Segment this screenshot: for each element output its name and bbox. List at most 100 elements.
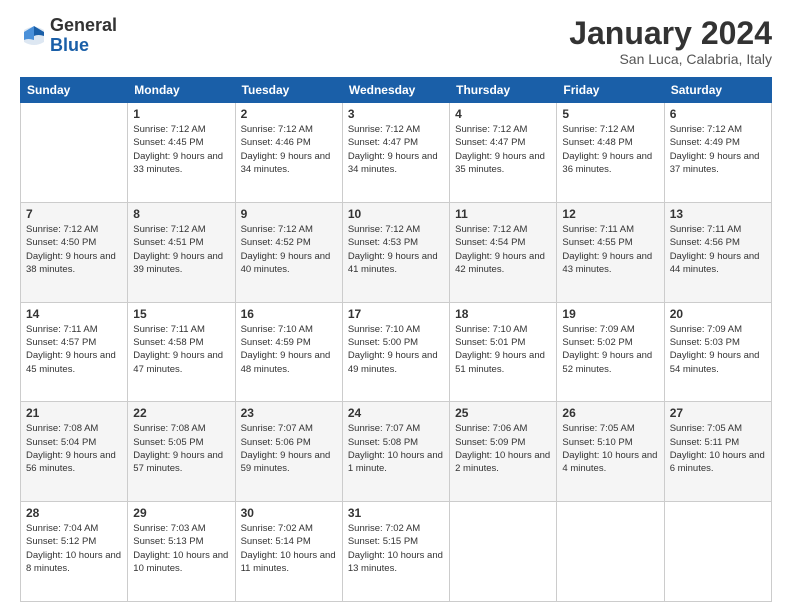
day-info: Sunrise: 7:11 AM Sunset: 4:57 PM Dayligh… xyxy=(26,323,122,376)
logo-blue: Blue xyxy=(50,36,117,56)
day-number: 22 xyxy=(133,406,229,420)
logo-general: General xyxy=(50,16,117,36)
col-saturday: Saturday xyxy=(664,78,771,103)
day-info: Sunrise: 7:11 AM Sunset: 4:55 PM Dayligh… xyxy=(562,223,658,276)
day-number: 19 xyxy=(562,307,658,321)
day-number: 18 xyxy=(455,307,551,321)
day-info: Sunrise: 7:07 AM Sunset: 5:08 PM Dayligh… xyxy=(348,422,444,475)
day-info: Sunrise: 7:07 AM Sunset: 5:06 PM Dayligh… xyxy=(241,422,337,475)
day-cell: 1Sunrise: 7:12 AM Sunset: 4:45 PM Daylig… xyxy=(128,103,235,203)
day-number: 11 xyxy=(455,207,551,221)
header-row: Sunday Monday Tuesday Wednesday Thursday… xyxy=(21,78,772,103)
day-number: 28 xyxy=(26,506,122,520)
day-cell: 11Sunrise: 7:12 AM Sunset: 4:54 PM Dayli… xyxy=(450,202,557,302)
day-number: 30 xyxy=(241,506,337,520)
day-info: Sunrise: 7:12 AM Sunset: 4:49 PM Dayligh… xyxy=(670,123,766,176)
day-cell: 12Sunrise: 7:11 AM Sunset: 4:55 PM Dayli… xyxy=(557,202,664,302)
day-cell: 17 Sunrise: 7:10 AM Sunset: 5:00 PM Dayli… xyxy=(342,302,449,402)
day-info: Sunrise: 7:02 AM Sunset: 5:14 PM Dayligh… xyxy=(241,522,337,575)
day-info: Sunrise: 7:11 AM Sunset: 4:56 PM Dayligh… xyxy=(670,223,766,276)
day-cell xyxy=(450,502,557,602)
day-cell: 6 Sunrise: 7:12 AM Sunset: 4:49 PM Daylig… xyxy=(664,103,771,203)
day-cell: 19 Sunrise: 7:09 AM Sunset: 5:02 PM Dayli… xyxy=(557,302,664,402)
week-row-4: 21 Sunrise: 7:08 AM Sunset: 5:04 PM Dayli… xyxy=(21,402,772,502)
day-number: 5 xyxy=(562,107,658,121)
day-info: Sunrise: 7:03 AM Sunset: 5:13 PM Dayligh… xyxy=(133,522,229,575)
day-cell: 8Sunrise: 7:12 AM Sunset: 4:51 PM Daylig… xyxy=(128,202,235,302)
day-number: 17 xyxy=(348,307,444,321)
day-info: Sunrise: 7:11 AM Sunset: 4:58 PM Dayligh… xyxy=(133,323,229,376)
day-number: 21 xyxy=(26,406,122,420)
day-number: 13 xyxy=(670,207,766,221)
day-cell: 31 Sunrise: 7:02 AM Sunset: 5:15 PM Dayli… xyxy=(342,502,449,602)
day-number: 3 xyxy=(348,107,444,121)
col-tuesday: Tuesday xyxy=(235,78,342,103)
day-cell: 5Sunrise: 7:12 AM Sunset: 4:48 PM Daylig… xyxy=(557,103,664,203)
header: General Blue January 2024 San Luca, Cala… xyxy=(20,16,772,67)
day-info: Sunrise: 7:02 AM Sunset: 5:15 PM Dayligh… xyxy=(348,522,444,575)
day-cell: 2 Sunrise: 7:12 AM Sunset: 4:46 PM Daylig… xyxy=(235,103,342,203)
day-cell: 4 Sunrise: 7:12 AM Sunset: 4:47 PM Daylig… xyxy=(450,103,557,203)
logo-text: General Blue xyxy=(50,16,117,56)
day-cell: 9Sunrise: 7:12 AM Sunset: 4:52 PM Daylig… xyxy=(235,202,342,302)
day-number: 4 xyxy=(455,107,551,121)
location: San Luca, Calabria, Italy xyxy=(569,51,772,67)
day-info: Sunrise: 7:09 AM Sunset: 5:03 PM Dayligh… xyxy=(670,323,766,376)
day-cell: 30 Sunrise: 7:02 AM Sunset: 5:14 PM Dayli… xyxy=(235,502,342,602)
week-row-3: 14Sunrise: 7:11 AM Sunset: 4:57 PM Dayli… xyxy=(21,302,772,402)
day-info: Sunrise: 7:06 AM Sunset: 5:09 PM Dayligh… xyxy=(455,422,551,475)
day-info: Sunrise: 7:10 AM Sunset: 5:00 PM Dayligh… xyxy=(348,323,444,376)
day-number: 31 xyxy=(348,506,444,520)
page: General Blue January 2024 San Luca, Cala… xyxy=(0,0,792,612)
day-number: 2 xyxy=(241,107,337,121)
day-info: Sunrise: 7:05 AM Sunset: 5:11 PM Dayligh… xyxy=(670,422,766,475)
day-info: Sunrise: 7:10 AM Sunset: 5:01 PM Dayligh… xyxy=(455,323,551,376)
day-number: 26 xyxy=(562,406,658,420)
calendar-table: Sunday Monday Tuesday Wednesday Thursday… xyxy=(20,77,772,602)
week-row-2: 7 Sunrise: 7:12 AM Sunset: 4:50 PM Daylig… xyxy=(21,202,772,302)
col-wednesday: Wednesday xyxy=(342,78,449,103)
day-number: 15 xyxy=(133,307,229,321)
day-number: 9 xyxy=(241,207,337,221)
title-block: January 2024 San Luca, Calabria, Italy xyxy=(569,16,772,67)
day-cell: 10Sunrise: 7:12 AM Sunset: 4:53 PM Dayli… xyxy=(342,202,449,302)
day-info: Sunrise: 7:12 AM Sunset: 4:51 PM Dayligh… xyxy=(133,223,229,276)
week-row-5: 28 Sunrise: 7:04 AM Sunset: 5:12 PM Dayli… xyxy=(21,502,772,602)
day-number: 7 xyxy=(26,207,122,221)
day-info: Sunrise: 7:09 AM Sunset: 5:02 PM Dayligh… xyxy=(562,323,658,376)
day-number: 29 xyxy=(133,506,229,520)
day-number: 25 xyxy=(455,406,551,420)
day-info: Sunrise: 7:05 AM Sunset: 5:10 PM Dayligh… xyxy=(562,422,658,475)
day-cell: 28 Sunrise: 7:04 AM Sunset: 5:12 PM Dayli… xyxy=(21,502,128,602)
logo-icon xyxy=(20,22,48,50)
day-cell xyxy=(557,502,664,602)
day-number: 16 xyxy=(241,307,337,321)
day-info: Sunrise: 7:04 AM Sunset: 5:12 PM Dayligh… xyxy=(26,522,122,575)
day-info: Sunrise: 7:12 AM Sunset: 4:47 PM Dayligh… xyxy=(348,123,444,176)
day-info: Sunrise: 7:12 AM Sunset: 4:47 PM Dayligh… xyxy=(455,123,551,176)
day-number: 24 xyxy=(348,406,444,420)
day-info: Sunrise: 7:12 AM Sunset: 4:50 PM Dayligh… xyxy=(26,223,122,276)
day-cell: 3 Sunrise: 7:12 AM Sunset: 4:47 PM Daylig… xyxy=(342,103,449,203)
day-number: 27 xyxy=(670,406,766,420)
day-info: Sunrise: 7:10 AM Sunset: 4:59 PM Dayligh… xyxy=(241,323,337,376)
day-cell: 22Sunrise: 7:08 AM Sunset: 5:05 PM Dayli… xyxy=(128,402,235,502)
day-cell: 15 Sunrise: 7:11 AM Sunset: 4:58 PM Dayli… xyxy=(128,302,235,402)
day-info: Sunrise: 7:12 AM Sunset: 4:46 PM Dayligh… xyxy=(241,123,337,176)
day-cell: 16 Sunrise: 7:10 AM Sunset: 4:59 PM Dayli… xyxy=(235,302,342,402)
day-info: Sunrise: 7:12 AM Sunset: 4:45 PM Dayligh… xyxy=(133,123,229,176)
day-cell: 23 Sunrise: 7:07 AM Sunset: 5:06 PM Dayli… xyxy=(235,402,342,502)
day-cell: 13 Sunrise: 7:11 AM Sunset: 4:56 PM Dayli… xyxy=(664,202,771,302)
day-info: Sunrise: 7:08 AM Sunset: 5:04 PM Dayligh… xyxy=(26,422,122,475)
day-cell xyxy=(21,103,128,203)
day-cell: 24 Sunrise: 7:07 AM Sunset: 5:08 PM Dayli… xyxy=(342,402,449,502)
day-cell: 14Sunrise: 7:11 AM Sunset: 4:57 PM Dayli… xyxy=(21,302,128,402)
day-cell: 26 Sunrise: 7:05 AM Sunset: 5:10 PM Dayli… xyxy=(557,402,664,502)
day-cell: 18 Sunrise: 7:10 AM Sunset: 5:01 PM Dayli… xyxy=(450,302,557,402)
col-sunday: Sunday xyxy=(21,78,128,103)
day-number: 6 xyxy=(670,107,766,121)
day-number: 23 xyxy=(241,406,337,420)
day-cell: 29 Sunrise: 7:03 AM Sunset: 5:13 PM Dayli… xyxy=(128,502,235,602)
day-cell: 20Sunrise: 7:09 AM Sunset: 5:03 PM Dayli… xyxy=(664,302,771,402)
day-cell: 27 Sunrise: 7:05 AM Sunset: 5:11 PM Dayli… xyxy=(664,402,771,502)
